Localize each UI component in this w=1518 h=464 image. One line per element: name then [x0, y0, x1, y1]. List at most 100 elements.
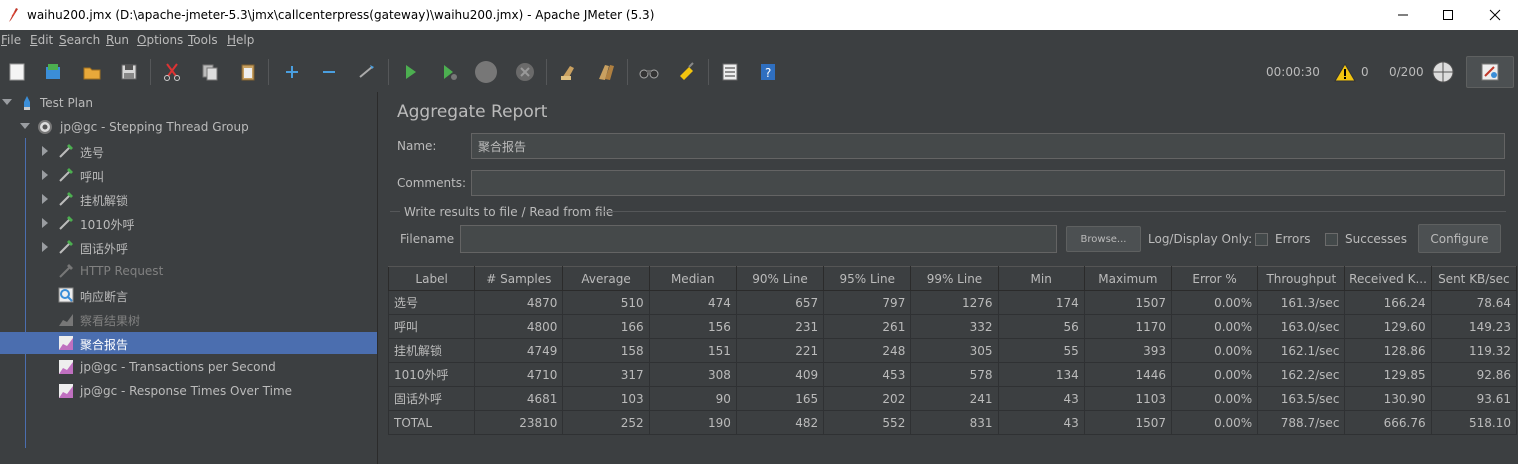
table-cell: 332 [910, 314, 999, 339]
open-button[interactable] [80, 60, 104, 84]
collapse-arrow-icon[interactable] [20, 123, 30, 129]
expand-arrow-icon[interactable] [42, 146, 48, 156]
menu-edit[interactable]: Edit [30, 33, 53, 47]
collapse-all-button[interactable] [317, 60, 341, 84]
stop-button[interactable] [474, 60, 498, 84]
tree-node-sampler[interactable]: 挂机解锁 [0, 188, 377, 210]
tree-node-thread-group[interactable]: jp@gc - Stepping Thread Group [0, 116, 377, 138]
configure-button[interactable]: Configure [1418, 224, 1501, 253]
panel-title: Aggregate Report [397, 102, 548, 122]
menu-edit-mnemonic: E [30, 33, 38, 47]
column-header[interactable]: # Samples [474, 266, 564, 291]
table-row[interactable]: 挂机解锁 4749 158 151 221 248 305 55 393 0.00% 162.1/s… [387, 338, 1518, 363]
menu-search[interactable]: Search [59, 33, 100, 47]
shutdown-icon [516, 63, 534, 81]
menu-run[interactable]: Run [106, 33, 129, 47]
tree-node-label: 选号 [80, 146, 105, 160]
file-group-title: Write results to file / Read from file [404, 205, 614, 219]
table-cell: 130.90 [1344, 386, 1432, 411]
table-cell: 657 [735, 290, 825, 315]
stop-icon [475, 61, 497, 83]
maximize-button[interactable] [1425, 0, 1471, 30]
expand-arrow-icon[interactable] [42, 194, 48, 204]
save-button[interactable] [117, 60, 141, 84]
expand-arrow-icon[interactable] [42, 170, 48, 180]
menu-tools[interactable]: Tools [188, 33, 218, 47]
column-header[interactable]: Min [997, 266, 1085, 291]
menu-options[interactable]: Options [137, 33, 183, 47]
filename-field[interactable] [460, 225, 1057, 253]
comments-field[interactable] [471, 170, 1505, 196]
tree-node-sampler[interactable]: 固话外呼 [0, 236, 377, 258]
column-header[interactable]: Average [562, 266, 650, 291]
minus-icon [323, 71, 335, 73]
tree-node-sampler[interactable]: 选号 [0, 140, 377, 162]
copy-button[interactable] [198, 60, 222, 84]
menu-help-mnemonic: H [227, 33, 237, 47]
table-cell: 317 [562, 362, 650, 387]
start-button[interactable] [398, 60, 422, 84]
clear-button[interactable] [556, 60, 580, 84]
minimize-button[interactable] [1380, 0, 1426, 30]
split-pane-divider[interactable] [377, 92, 387, 464]
column-header[interactable]: Error % [1170, 266, 1259, 291]
warning-indicator[interactable] [1333, 60, 1357, 84]
cut-button[interactable] [160, 60, 184, 84]
column-header[interactable]: 99% Line [910, 266, 999, 291]
table-cell: 162.2/sec [1257, 362, 1346, 387]
menu-file[interactable]: File [1, 33, 21, 47]
tree-node-disabled-listener[interactable]: 察看结果树 [0, 308, 377, 330]
shutdown-button[interactable] [513, 60, 537, 84]
expand-all-button[interactable] [280, 60, 304, 84]
column-header[interactable]: Received K... [1344, 266, 1432, 291]
elapsed-time: 00:00:30 [1266, 65, 1320, 79]
column-header[interactable]: Sent KB/sec [1430, 266, 1518, 291]
templates-button[interactable] [41, 60, 65, 84]
table-cell: 4710 [474, 362, 564, 387]
table-row[interactable]: 固话外呼 4681 103 90 165 202 241 43 1103 0.00% 163.5/s… [387, 386, 1518, 411]
paste-button[interactable] [236, 60, 260, 84]
browse-button[interactable]: Browse... [1066, 226, 1141, 252]
expand-arrow-icon[interactable] [42, 218, 48, 228]
name-field[interactable]: 聚合报告 [471, 133, 1505, 159]
help-book-icon: ? [761, 64, 775, 80]
tree-node-sampler[interactable]: 呼叫 [0, 164, 377, 186]
table-row[interactable]: TOTAL 23810 252 190 482 552 831 43 1507 0.00% 788.… [387, 410, 1518, 435]
table-cell: 305 [910, 338, 999, 363]
graph-icon [59, 384, 73, 398]
column-header[interactable]: Maximum [1083, 266, 1172, 291]
column-header[interactable]: 95% Line [823, 266, 912, 291]
tree-node-listener[interactable]: jp@gc - Transactions per Second [0, 356, 377, 378]
table-row[interactable]: 1010外呼 4710 317 308 409 453 578 134 1446 0.00% 162… [387, 362, 1518, 387]
tree-node-disabled-sampler[interactable]: HTTP Request [0, 260, 377, 282]
help-button[interactable]: ? [756, 60, 780, 84]
tree-node-sampler[interactable]: 1010外呼 [0, 212, 377, 234]
table-row[interactable]: 选号 4870 510 474 657 797 1276 174 1507 0.00% 161.3/… [387, 290, 1518, 315]
tree-node-test-plan[interactable]: Test Plan [0, 92, 377, 114]
log-viewer-button[interactable] [1466, 56, 1514, 88]
collapse-arrow-icon[interactable] [2, 99, 12, 105]
column-header[interactable]: Median [648, 266, 737, 291]
tree-node-selected-listener[interactable]: 聚合报告 [0, 332, 377, 354]
clear-all-button[interactable] [594, 60, 618, 84]
column-header[interactable]: Throughput [1257, 266, 1346, 291]
new-button[interactable] [5, 60, 29, 84]
toggle-button[interactable] [355, 60, 379, 84]
table-cell: 149.23 [1430, 314, 1518, 339]
close-button[interactable] [1472, 0, 1518, 30]
menu-help[interactable]: Help [227, 33, 254, 47]
expand-arrow-icon[interactable] [42, 242, 48, 252]
function-helper-button[interactable] [718, 60, 742, 84]
tree-node-assertion[interactable]: 响应断言 [0, 284, 377, 306]
successes-checkbox[interactable] [1325, 233, 1338, 246]
search-button[interactable] [637, 60, 661, 84]
filename-label: Filename [400, 232, 455, 246]
column-header[interactable]: 90% Line [735, 266, 825, 291]
tree-node-listener[interactable]: jp@gc - Response Times Over Time [0, 380, 377, 402]
table-cell: 43 [997, 410, 1085, 435]
start-no-pauses-button[interactable] [437, 60, 461, 84]
column-header[interactable]: Label [387, 266, 476, 291]
errors-checkbox[interactable] [1255, 233, 1268, 246]
reset-search-button[interactable] [675, 60, 699, 84]
table-row[interactable]: 呼叫 4800 166 156 231 261 332 56 1170 0.00% 163.0/se… [387, 314, 1518, 339]
